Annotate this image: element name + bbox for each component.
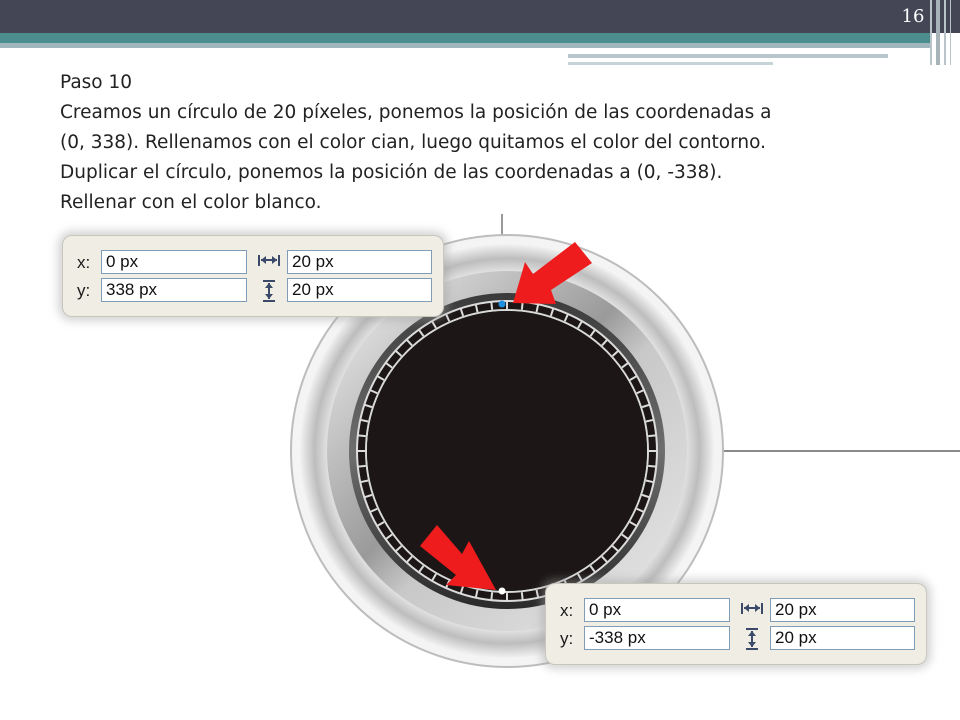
height-arrows-icon (263, 280, 275, 302)
coordinates-panel-top: x: 0 px 20 px y: 338 px 20 px (62, 235, 444, 317)
x-label: x: (560, 601, 574, 620)
y-label: y: (77, 281, 91, 300)
dial-tick (520, 592, 524, 601)
y-coordinate-field[interactable]: -338 px (584, 626, 730, 650)
height-field[interactable]: 20 px (287, 278, 432, 302)
panel-row-y: y: -338 px 20 px (546, 626, 926, 652)
width-arrows-icon (258, 255, 280, 266)
dial-tick (648, 464, 657, 468)
width-field[interactable]: 20 px (770, 598, 915, 622)
slide: 16 Paso 10 Creamos un círculo de 20 píxe… (0, 0, 960, 720)
panel-row-x: x: 0 px 20 px (63, 250, 443, 276)
dial-tick (490, 301, 494, 310)
y-coordinate-field[interactable]: 338 px (101, 278, 247, 302)
width-arrows-icon (741, 603, 763, 614)
cyan-dot (498, 300, 506, 308)
dial-tick (648, 434, 657, 438)
y-label: y: (560, 629, 574, 648)
x-coordinate-field[interactable]: 0 px (101, 250, 247, 274)
watch-face (367, 311, 647, 591)
width-field[interactable]: 20 px (287, 250, 432, 274)
x-coordinate-field[interactable]: 0 px (584, 598, 730, 622)
dial-tick (490, 592, 494, 601)
coordinates-panel-bottom: x: 0 px 20 px y: -338 px 20 px (545, 583, 927, 665)
dial-tick (357, 464, 366, 468)
x-label: x: (77, 253, 91, 272)
height-arrows-icon (746, 628, 758, 650)
dial-tick (357, 434, 366, 438)
white-dot (498, 587, 506, 595)
panel-row-x: x: 0 px 20 px (546, 598, 926, 624)
height-field[interactable]: 20 px (770, 626, 915, 650)
panel-row-y: y: 338 px 20 px (63, 278, 443, 304)
